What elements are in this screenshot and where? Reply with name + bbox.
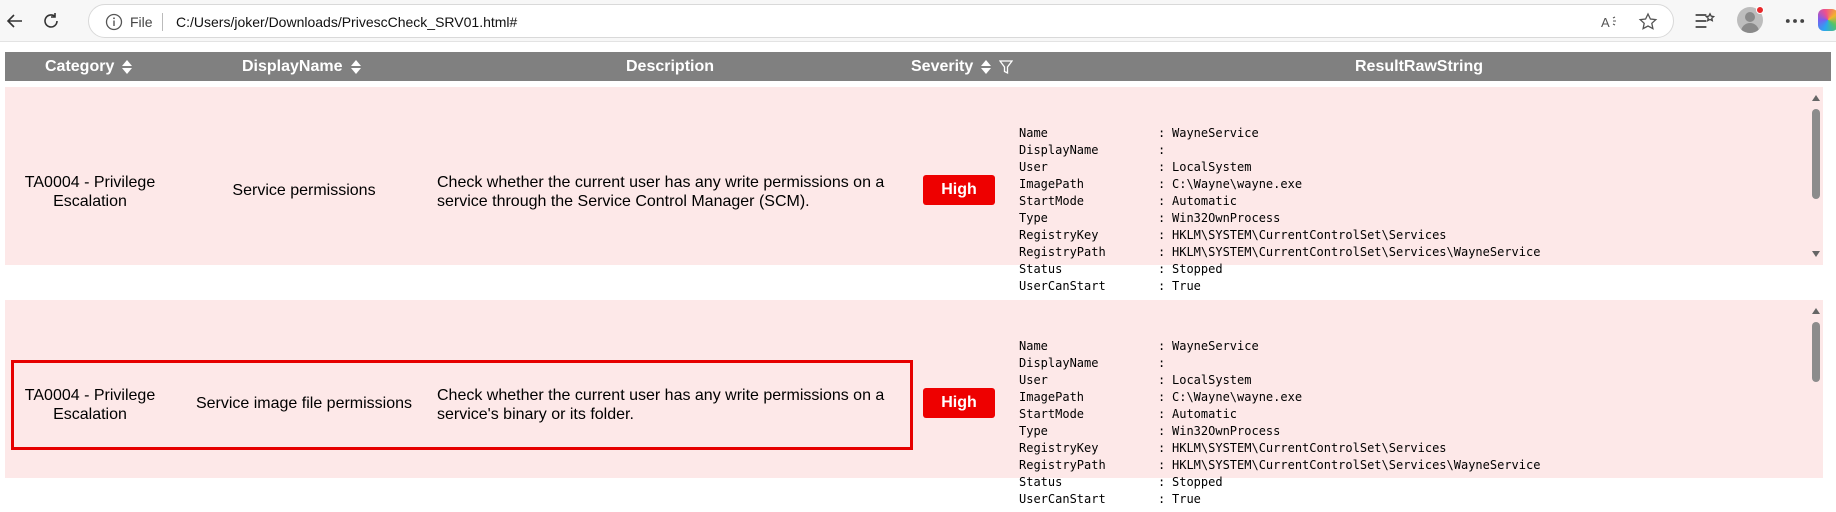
info-icon[interactable]	[105, 13, 123, 31]
scroll-down-icon[interactable]	[1812, 251, 1820, 257]
highlight-box	[11, 360, 913, 450]
svg-text:A: A	[1601, 15, 1610, 30]
file-label: File	[130, 14, 153, 30]
header-description-label: Description	[626, 58, 715, 75]
raw-line: User: LocalSystem	[1019, 373, 1252, 387]
result-raw-string: Name: WayneService DisplayName: User: Loca…	[1019, 338, 1540, 508]
table-header: Category DisplayName Description Severit…	[5, 52, 1831, 81]
raw-line: Status: Stopped	[1019, 475, 1223, 489]
raw-line: Name: WayneService	[1019, 126, 1259, 140]
raw-line: RegistryKey: HKLM\SYSTEM\CurrentControlSe…	[1019, 228, 1447, 242]
header-displayname[interactable]: DisplayName	[242, 58, 363, 76]
severity-badge: High	[923, 175, 995, 205]
raw-line: ImagePath: C:\Wayne\wayne.exe	[1019, 390, 1303, 404]
notification-dot	[1756, 6, 1764, 14]
raw-line: ImagePath: C:\Wayne\wayne.exe	[1019, 177, 1303, 191]
raw-line: UserCanStart: True	[1019, 279, 1201, 293]
table-row[interactable]: TA0004 - Privilege Escalation Service pe…	[5, 87, 1823, 293]
raw-line: User: LocalSystem	[1019, 160, 1252, 174]
more-icon[interactable]	[1783, 9, 1807, 33]
raw-line: StartMode: Automatic	[1019, 194, 1238, 208]
raw-line: DisplayName:	[1019, 356, 1166, 370]
address-separator	[162, 13, 163, 31]
severity-badge: High	[923, 388, 995, 418]
header-category[interactable]: Category	[45, 58, 134, 76]
raw-line: StartMode: Automatic	[1019, 407, 1238, 421]
raw-line: UserCanStart: True	[1019, 492, 1201, 506]
scroll-thumb[interactable]	[1812, 322, 1820, 382]
sort-icon[interactable]	[349, 59, 363, 75]
description-cell: Check whether the current user has any w…	[437, 173, 907, 211]
browser-toolbar: File C:/Users/joker/Downloads/PrivescChe…	[0, 0, 1836, 42]
category-line: TA0004 - Privilege	[24, 174, 156, 191]
sort-icon[interactable]	[979, 59, 993, 75]
scroll-up-icon[interactable]	[1812, 308, 1820, 314]
reload-icon[interactable]	[36, 6, 66, 36]
result-raw-string: Name: WayneService DisplayName: User: Loca…	[1019, 125, 1540, 295]
scroll-up-icon[interactable]	[1812, 95, 1820, 101]
raw-line: Type: Win32OwnProcess	[1019, 424, 1281, 438]
category-cell: TA0004 - Privilege Escalation	[5, 173, 175, 211]
raw-line: RegistryPath: HKLM\SYSTEM\CurrentControlS…	[1019, 458, 1541, 472]
address-bar[interactable]: File C:/Users/joker/Downloads/PrivescChe…	[88, 4, 1674, 38]
header-severity[interactable]: Severity	[911, 58, 1014, 76]
cell-scrollbar[interactable]	[1809, 300, 1823, 478]
raw-line: Name: WayneService	[1019, 339, 1259, 353]
raw-line: Type: Win32OwnProcess	[1019, 211, 1281, 225]
category-line: Escalation	[53, 193, 127, 210]
back-icon[interactable]	[0, 6, 30, 36]
raw-line: DisplayName:	[1019, 143, 1166, 157]
header-resultrawstring-label: ResultRawString	[1355, 58, 1484, 75]
header-category-label: Category	[45, 58, 115, 75]
read-aloud-icon[interactable]: A	[1600, 12, 1620, 32]
url-text[interactable]: C:/Users/joker/Downloads/PrivescCheck_SR…	[176, 14, 517, 30]
cell-scrollbar[interactable]	[1809, 87, 1823, 265]
collections-icon[interactable]	[1692, 9, 1716, 33]
header-resultrawstring[interactable]: ResultRawString	[1355, 58, 1483, 76]
sort-icon[interactable]	[120, 59, 134, 75]
header-description[interactable]: Description	[626, 58, 714, 76]
header-displayname-label: DisplayName	[242, 58, 343, 75]
header-severity-label: Severity	[911, 58, 974, 75]
scroll-thumb[interactable]	[1812, 109, 1820, 199]
raw-line: RegistryKey: HKLM\SYSTEM\CurrentControlSe…	[1019, 441, 1447, 455]
raw-line: Status: Stopped	[1019, 262, 1223, 276]
raw-line: RegistryPath: HKLM\SYSTEM\CurrentControlS…	[1019, 245, 1541, 259]
description-line: service through the Service Control Mana…	[437, 193, 810, 210]
favorite-icon[interactable]	[1638, 12, 1658, 32]
copilot-icon[interactable]	[1818, 9, 1836, 31]
filter-icon[interactable]	[999, 59, 1014, 75]
description-line: Check whether the current user has any w…	[437, 174, 885, 191]
displayname-cell: Service permissions	[232, 182, 376, 199]
